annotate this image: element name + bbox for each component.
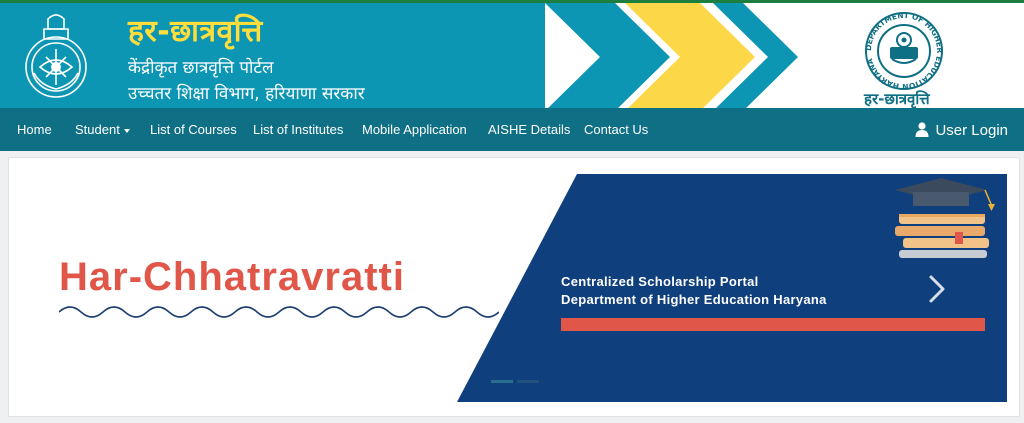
nav-item-list-of-courses-label: List of Courses [150,122,237,137]
nav-item-list-of-institutes[interactable]: List of Institutes [253,108,343,151]
nav-item-contact-us[interactable]: Contact Us [584,108,648,151]
nav-item-aishe-details-label: AISHE Details [488,122,571,137]
nav-item-mobile-application-label: Mobile Application [362,122,467,137]
site-title: हर-छात्रवृत्ति [128,14,263,49]
carousel-indicator-2[interactable] [517,380,539,383]
site-header: हर-छात्रवृत्ति केंद्रीकृत छात्रवृत्ति पो… [0,0,1024,108]
user-login-button[interactable]: User Login [915,108,1008,151]
banner-red-bar [561,318,985,331]
site-subtitle-department: उच्चतर शिक्षा विभाग, हरियाणा सरकार [128,84,365,104]
chevron-down-icon [123,128,130,133]
chevron-right-icon[interactable] [927,274,947,304]
department-logo-caption: हर-छात्रवृत्ति [864,90,930,108]
nav-item-list-of-institutes-label: List of Institutes [253,122,344,137]
carousel-indicator-1[interactable] [491,380,513,383]
nav-item-aishe-details[interactable]: AISHE Details [488,108,570,151]
banner-line-portal: Centralized Scholarship Portal [561,274,759,289]
nav-item-home-label: Home [17,122,52,137]
department-logo: DEPARTMENT OF HIGHER EDUCATION HARYANA ह… [858,9,950,108]
nav-item-home[interactable]: Home [17,108,52,151]
banner-heading: Har-Chhatravratti [59,255,405,299]
wave-decoration [59,306,499,318]
nav-item-mobile-application[interactable]: Mobile Application [362,108,467,151]
banner-carousel: Har-Chhatravratti Centralized Scholarshi… [8,157,1020,417]
user-login-label: User Login [935,122,1008,139]
nav-item-contact-us-label: Contact Us [584,122,649,137]
user-icon [915,122,929,137]
header-chevron-decoration [545,3,798,108]
site-subtitle-portal: केंद्रीकृत छात्रवृत्ति पोर्टल [128,58,274,78]
banner-line-department: Department of Higher Education Haryana [561,292,827,307]
nav-item-student-label: Student [75,122,120,137]
graduation-books-icon [895,178,995,258]
nav-item-list-of-courses[interactable]: List of Courses [150,108,237,151]
main-navigation: Home Student List of Courses List of Ins… [0,108,1024,151]
nav-item-student[interactable]: Student [75,108,130,151]
state-emblem-icon [25,14,87,98]
